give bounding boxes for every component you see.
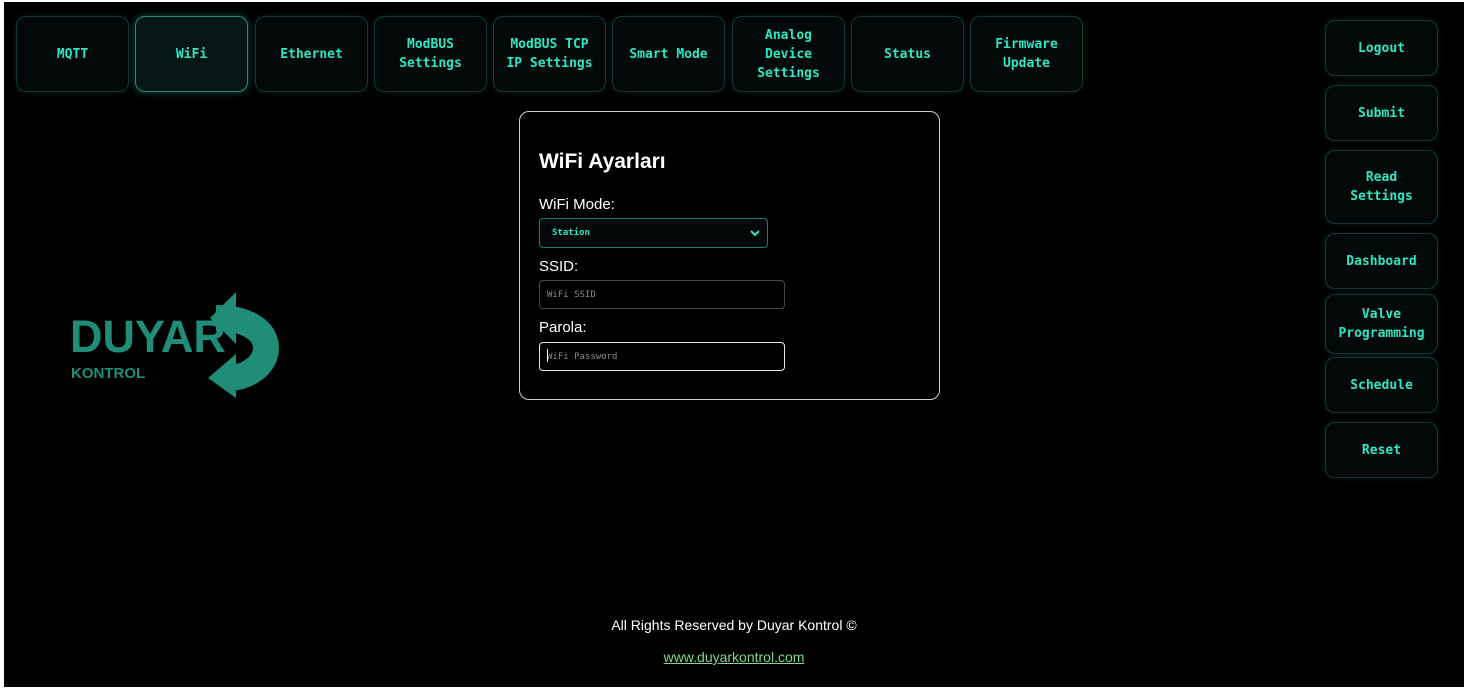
chevron-down-icon	[750, 230, 760, 237]
circular-arrow-icon	[208, 292, 280, 398]
footer-copyright: All Rights Reserved by Duyar Kontrol ©	[611, 617, 857, 633]
tab-mqtt[interactable]: MQTT	[16, 16, 129, 92]
tab-smart-mode[interactable]: Smart Mode	[612, 16, 725, 92]
tab-modbus-settings[interactable]: ModBUS Settings	[374, 16, 487, 92]
read-settings-button[interactable]: Read Settings	[1325, 150, 1438, 224]
logo-subtext: KONTROL	[71, 365, 146, 382]
tab-wifi[interactable]: WiFi	[135, 16, 248, 92]
text-caret	[547, 349, 548, 362]
tab-ethernet[interactable]: Ethernet	[255, 16, 368, 92]
ssid-input[interactable]	[539, 280, 785, 309]
ssid-label: SSID:	[539, 258, 579, 275]
card-title: WiFi Ayarları	[539, 150, 666, 173]
reset-button[interactable]: Reset	[1325, 422, 1438, 478]
footer-link-wrapper: www.duyarkontrol.com	[4, 649, 1464, 665]
app-screen: MQTT WiFi Ethernet ModBUS Settings ModBU…	[4, 2, 1464, 687]
submit-button[interactable]: Submit	[1325, 85, 1438, 141]
duyar-kontrol-logo: DUYAR KONTROL	[66, 292, 286, 402]
password-input[interactable]	[539, 342, 785, 371]
tab-modbus-tcp-ip-settings[interactable]: ModBUS TCP IP Settings	[493, 16, 606, 92]
wifi-mode-label: WiFi Mode:	[539, 196, 615, 213]
valve-programming-button[interactable]: Valve Programming	[1325, 294, 1438, 354]
logout-button[interactable]: Logout	[1325, 20, 1438, 76]
tab-analog-device-settings[interactable]: Analog Device Settings	[732, 16, 845, 92]
wifi-mode-select[interactable]: Station	[539, 218, 768, 248]
wifi-settings-card: WiFi Ayarları WiFi Mode: Station SSID: P…	[519, 111, 940, 400]
tab-status[interactable]: Status	[851, 16, 964, 92]
password-label: Parola:	[539, 319, 587, 336]
tab-firmware-update[interactable]: Firmware Update	[970, 16, 1083, 92]
dashboard-button[interactable]: Dashboard	[1325, 233, 1438, 289]
schedule-button[interactable]: Schedule	[1325, 357, 1438, 413]
website-link[interactable]: www.duyarkontrol.com	[664, 649, 805, 665]
wifi-mode-value: Station	[552, 228, 590, 238]
